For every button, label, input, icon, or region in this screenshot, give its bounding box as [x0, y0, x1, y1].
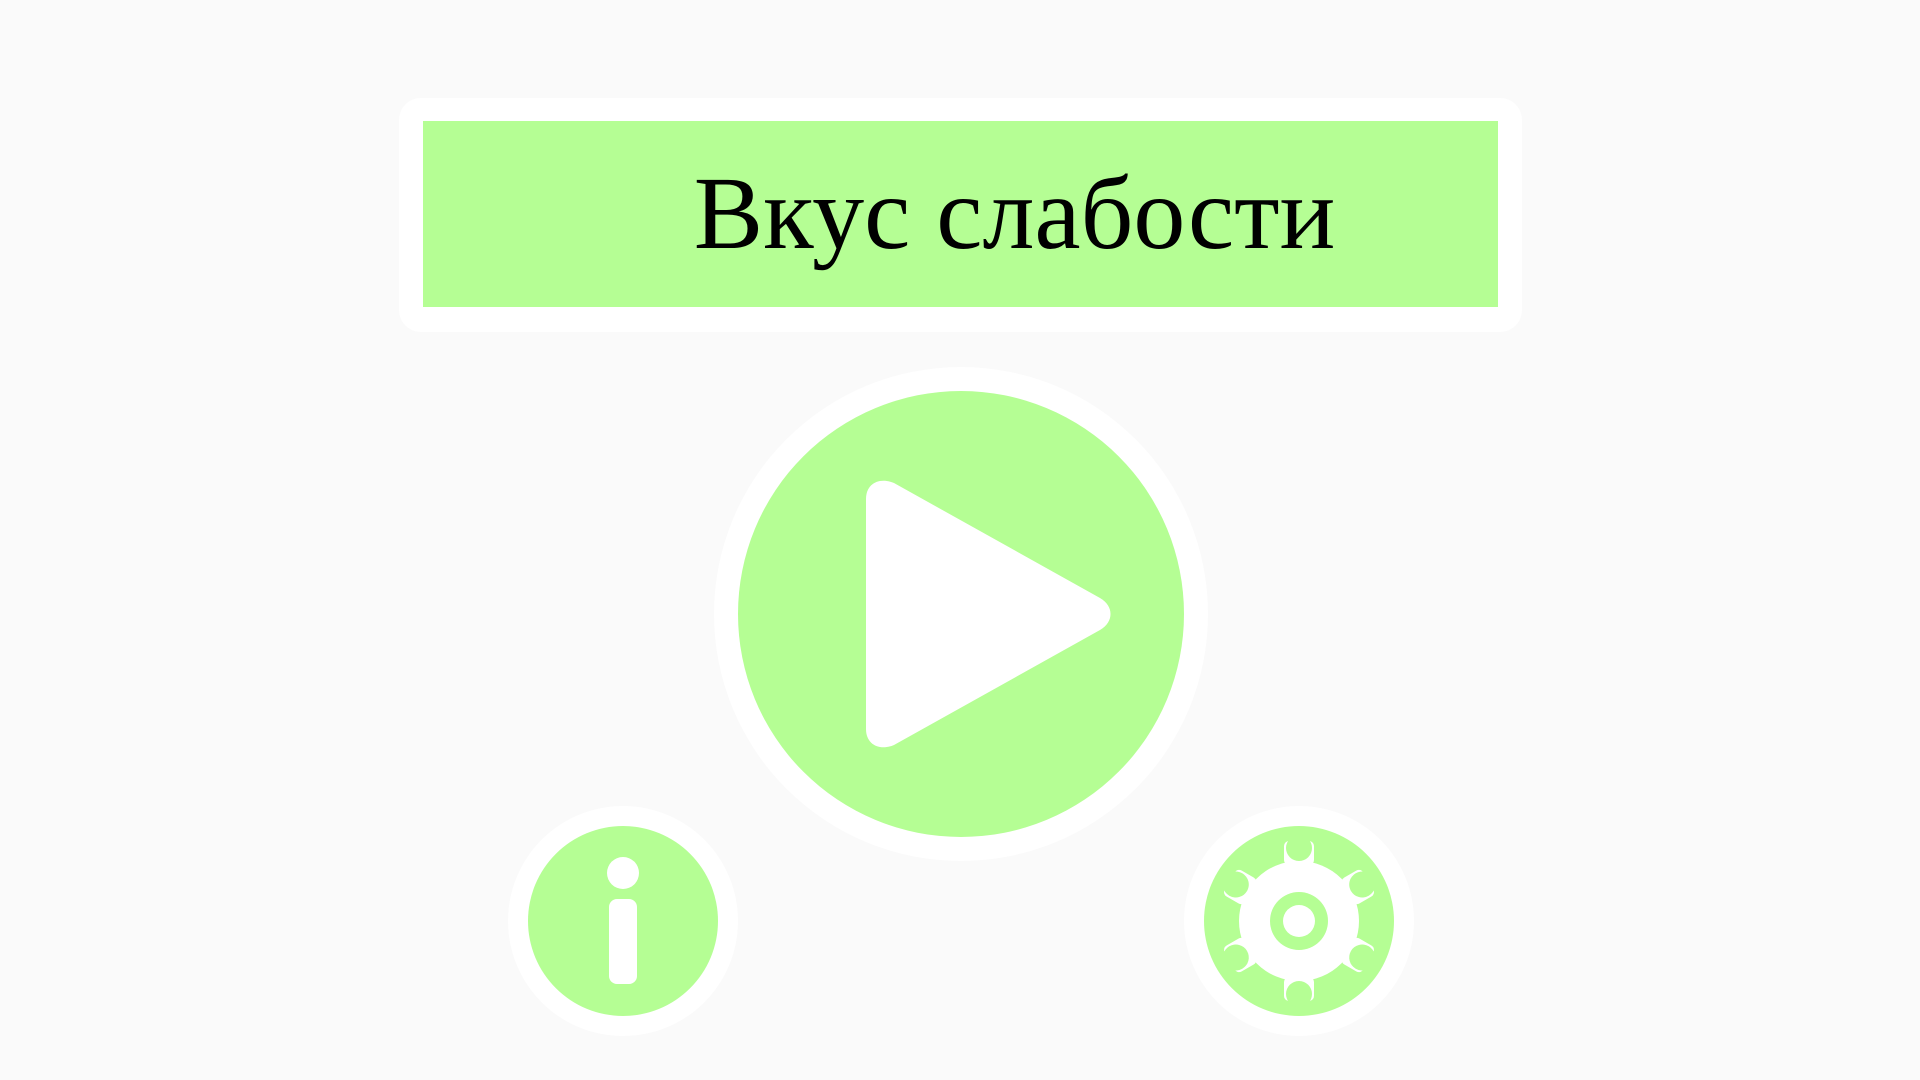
play-button[interactable]: [714, 367, 1208, 861]
title-banner: Вкус слабости: [423, 121, 1498, 307]
main-menu-screen: Вкус слабости: [0, 0, 1920, 1080]
game-title: Вкус слабости: [693, 156, 1336, 271]
info-icon: [607, 857, 639, 984]
gear-icon: [1222, 835, 1376, 1007]
info-button[interactable]: [508, 806, 738, 1036]
settings-button[interactable]: [1184, 806, 1414, 1036]
play-icon: [866, 480, 1111, 748]
